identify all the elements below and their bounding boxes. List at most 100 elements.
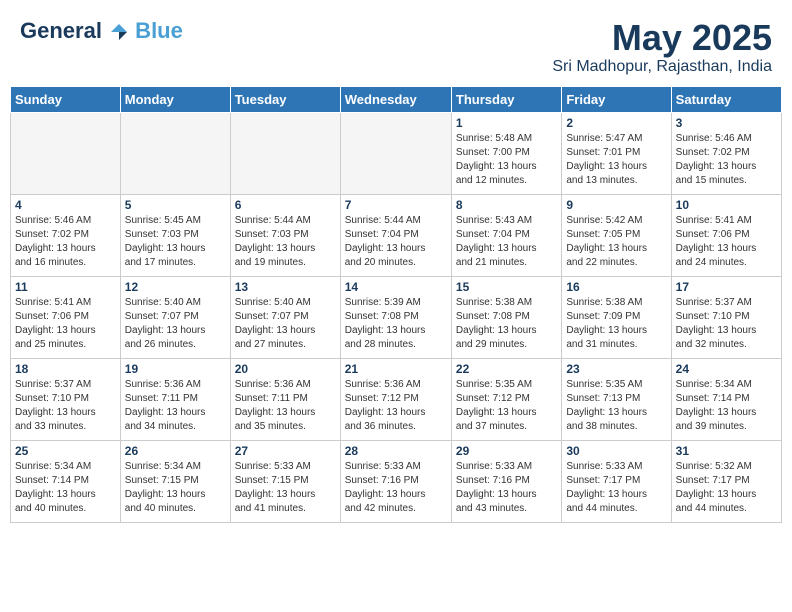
calendar-cell [230, 112, 340, 194]
calendar-cell: 13 Sunrise: 5:40 AMSunset: 7:07 PMDayligh… [230, 276, 340, 358]
day-info: Sunrise: 5:40 AMSunset: 7:07 PMDaylight:… [235, 296, 336, 352]
day-number: 7 [345, 198, 447, 212]
weekday-header-wednesday: Wednesday [340, 86, 451, 112]
logo-icon [109, 22, 129, 42]
day-number: 16 [566, 280, 666, 294]
day-info: Sunrise: 5:40 AMSunset: 7:07 PMDaylight:… [125, 296, 226, 352]
calendar-body: 1 Sunrise: 5:48 AMSunset: 7:00 PMDaylight… [11, 112, 782, 522]
calendar-cell: 18Sunrise: 5:37 AMSunset: 7:10 PMDayligh… [11, 358, 121, 440]
day-number: 24 [676, 362, 777, 376]
calendar-cell: 10 Sunrise: 5:41 AMSunset: 7:06 PMDayligh… [671, 194, 781, 276]
day-info: Sunrise: 5:35 AMSunset: 7:13 PMDaylight:… [566, 378, 666, 434]
day-number: 29 [456, 444, 557, 458]
calendar-header: SundayMondayTuesdayWednesdayThursdayFrid… [11, 86, 782, 112]
calendar-cell: 12 Sunrise: 5:40 AMSunset: 7:07 PMDayligh… [120, 276, 230, 358]
day-number: 28 [345, 444, 447, 458]
day-number: 21 [345, 362, 447, 376]
day-number: 11 [15, 280, 116, 294]
weekday-header-friday: Friday [562, 86, 671, 112]
day-number: 1 [456, 116, 557, 130]
calendar-cell: 23 Sunrise: 5:35 AMSunset: 7:13 PMDayligh… [562, 358, 671, 440]
day-info: Sunrise: 5:34 AMSunset: 7:14 PMDaylight:… [15, 460, 116, 516]
calendar-cell [11, 112, 121, 194]
day-number: 31 [676, 444, 777, 458]
day-number: 15 [456, 280, 557, 294]
logo-general: General [20, 18, 102, 43]
day-number: 23 [566, 362, 666, 376]
calendar-week-3: 11 Sunrise: 5:41 AMSunset: 7:06 PMDayligh… [11, 276, 782, 358]
day-info: Sunrise: 5:46 AMSunset: 7:02 PMDaylight:… [15, 214, 116, 270]
day-info: Sunrise: 5:41 AMSunset: 7:06 PMDaylight:… [15, 296, 116, 352]
calendar-cell [120, 112, 230, 194]
calendar-week-2: 4Sunrise: 5:46 AMSunset: 7:02 PMDaylight… [11, 194, 782, 276]
calendar-cell: 27 Sunrise: 5:33 AMSunset: 7:15 PMDayligh… [230, 440, 340, 522]
calendar-cell: 21 Sunrise: 5:36 AMSunset: 7:12 PMDayligh… [340, 358, 451, 440]
day-number: 6 [235, 198, 336, 212]
calendar-table: SundayMondayTuesdayWednesdayThursdayFrid… [10, 86, 782, 523]
day-info: Sunrise: 5:36 AMSunset: 7:11 PMDaylight:… [235, 378, 336, 434]
calendar-cell: 20 Sunrise: 5:36 AMSunset: 7:11 PMDayligh… [230, 358, 340, 440]
calendar-cell: 15Sunrise: 5:38 AMSunset: 7:08 PMDayligh… [451, 276, 561, 358]
day-info: Sunrise: 5:34 AMSunset: 7:15 PMDaylight:… [125, 460, 226, 516]
calendar-cell: 24 Sunrise: 5:34 AMSunset: 7:14 PMDayligh… [671, 358, 781, 440]
day-number: 27 [235, 444, 336, 458]
weekday-header-thursday: Thursday [451, 86, 561, 112]
location-subtitle: Sri Madhopur, Rajasthan, India [552, 58, 772, 76]
day-info: Sunrise: 5:48 AMSunset: 7:00 PMDaylight:… [456, 132, 557, 188]
calendar-cell: 8Sunrise: 5:43 AMSunset: 7:04 PMDaylight… [451, 194, 561, 276]
day-info: Sunrise: 5:36 AMSunset: 7:11 PMDaylight:… [125, 378, 226, 434]
day-number: 14 [345, 280, 447, 294]
day-number: 30 [566, 444, 666, 458]
weekday-header-tuesday: Tuesday [230, 86, 340, 112]
page-header: General Blue May 2025 Sri Madhopur, Raja… [10, 10, 782, 80]
day-number: 26 [125, 444, 226, 458]
day-number: 18 [15, 362, 116, 376]
calendar-cell [340, 112, 451, 194]
day-number: 2 [566, 116, 666, 130]
day-info: Sunrise: 5:41 AMSunset: 7:06 PMDaylight:… [676, 214, 777, 270]
day-info: Sunrise: 5:45 AMSunset: 7:03 PMDaylight:… [125, 214, 226, 270]
month-title: May 2025 [552, 18, 772, 58]
day-info: Sunrise: 5:39 AMSunset: 7:08 PMDaylight:… [345, 296, 447, 352]
weekday-header-monday: Monday [120, 86, 230, 112]
calendar-cell: 17 Sunrise: 5:37 AMSunset: 7:10 PMDayligh… [671, 276, 781, 358]
day-info: Sunrise: 5:33 AMSunset: 7:16 PMDaylight:… [345, 460, 447, 516]
day-number: 13 [235, 280, 336, 294]
calendar-cell: 6 Sunrise: 5:44 AMSunset: 7:03 PMDaylight… [230, 194, 340, 276]
title-block: May 2025 Sri Madhopur, Rajasthan, India [552, 18, 772, 76]
calendar-cell: 9 Sunrise: 5:42 AMSunset: 7:05 PMDaylight… [562, 194, 671, 276]
calendar-cell: 7Sunrise: 5:44 AMSunset: 7:04 PMDaylight… [340, 194, 451, 276]
calendar-cell: 3Sunrise: 5:46 AMSunset: 7:02 PMDaylight… [671, 112, 781, 194]
day-info: Sunrise: 5:44 AMSunset: 7:03 PMDaylight:… [235, 214, 336, 270]
calendar-cell: 1 Sunrise: 5:48 AMSunset: 7:00 PMDaylight… [451, 112, 561, 194]
day-info: Sunrise: 5:33 AMSunset: 7:15 PMDaylight:… [235, 460, 336, 516]
day-info: Sunrise: 5:47 AMSunset: 7:01 PMDaylight:… [566, 132, 666, 188]
weekday-header-row: SundayMondayTuesdayWednesdayThursdayFrid… [11, 86, 782, 112]
day-number: 25 [15, 444, 116, 458]
day-info: Sunrise: 5:36 AMSunset: 7:12 PMDaylight:… [345, 378, 447, 434]
day-number: 17 [676, 280, 777, 294]
day-info: Sunrise: 5:37 AMSunset: 7:10 PMDaylight:… [676, 296, 777, 352]
weekday-header-sunday: Sunday [11, 86, 121, 112]
day-info: Sunrise: 5:34 AMSunset: 7:14 PMDaylight:… [676, 378, 777, 434]
day-number: 19 [125, 362, 226, 376]
day-number: 9 [566, 198, 666, 212]
calendar-cell: 4Sunrise: 5:46 AMSunset: 7:02 PMDaylight… [11, 194, 121, 276]
day-number: 12 [125, 280, 226, 294]
logo: General Blue [20, 18, 183, 44]
calendar-cell: 11 Sunrise: 5:41 AMSunset: 7:06 PMDayligh… [11, 276, 121, 358]
calendar-cell: 25 Sunrise: 5:34 AMSunset: 7:14 PMDayligh… [11, 440, 121, 522]
day-number: 5 [125, 198, 226, 212]
day-number: 20 [235, 362, 336, 376]
weekday-header-saturday: Saturday [671, 86, 781, 112]
calendar-cell: 30 Sunrise: 5:33 AMSunset: 7:17 PMDayligh… [562, 440, 671, 522]
day-info: Sunrise: 5:42 AMSunset: 7:05 PMDaylight:… [566, 214, 666, 270]
calendar-cell: 19 Sunrise: 5:36 AMSunset: 7:11 PMDayligh… [120, 358, 230, 440]
day-number: 3 [676, 116, 777, 130]
day-number: 10 [676, 198, 777, 212]
calendar-cell: 5 Sunrise: 5:45 AMSunset: 7:03 PMDaylight… [120, 194, 230, 276]
calendar-cell: 26 Sunrise: 5:34 AMSunset: 7:15 PMDayligh… [120, 440, 230, 522]
calendar-cell: 31Sunrise: 5:32 AMSunset: 7:17 PMDayligh… [671, 440, 781, 522]
day-info: Sunrise: 5:33 AMSunset: 7:17 PMDaylight:… [566, 460, 666, 516]
logo-blue: Blue [102, 18, 183, 43]
